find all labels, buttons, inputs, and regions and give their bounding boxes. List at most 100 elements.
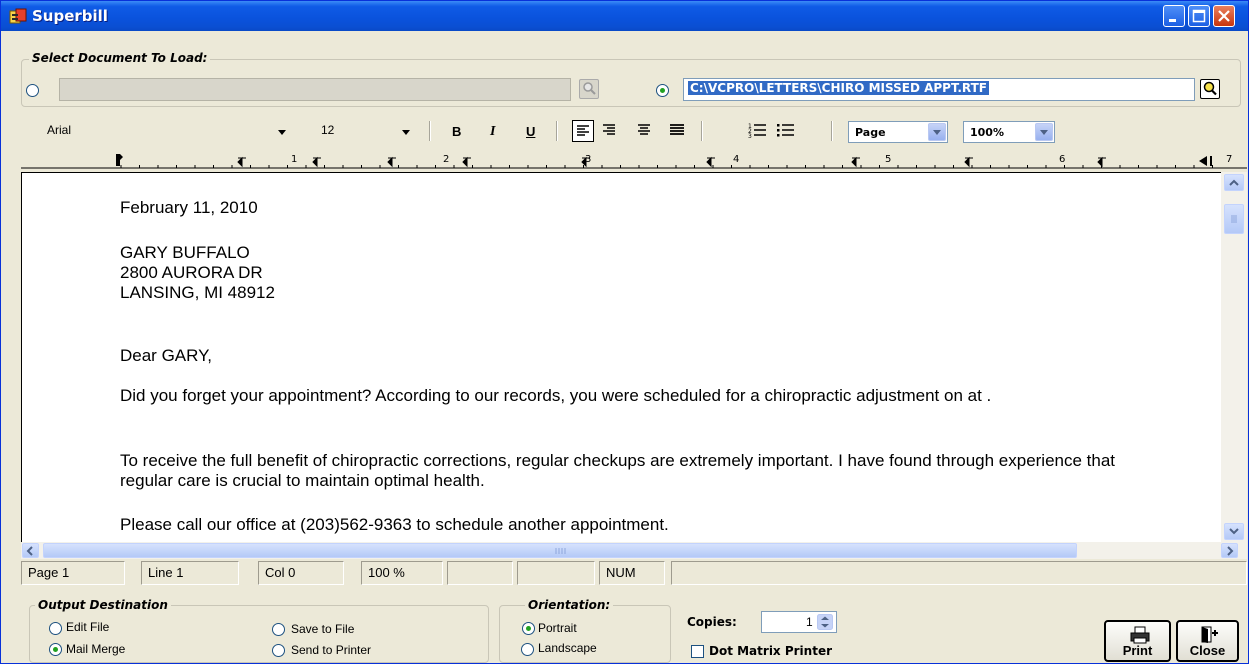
close-button[interactable]: Close	[1176, 620, 1239, 662]
font-size-combo[interactable]: 12	[317, 120, 415, 142]
numbered-list-button[interactable]: 123	[747, 120, 769, 142]
mail-merge-label[interactable]: Mail Merge	[66, 642, 125, 656]
address-line: LANSING, MI 48912	[120, 283, 275, 302]
chevron-down-icon	[1229, 528, 1239, 535]
edit-file-radio[interactable]	[49, 622, 62, 635]
scroll-right-button[interactable]	[1221, 543, 1238, 558]
minimize-icon	[1169, 19, 1176, 22]
tab-stop-marker	[706, 156, 715, 168]
align-right-button[interactable]	[599, 120, 621, 142]
status-line: Line 1	[141, 561, 239, 585]
tab-stop-marker	[851, 156, 860, 168]
chevron-right-icon	[1227, 546, 1234, 556]
ruler-number: 5	[885, 154, 891, 165]
landscape-label[interactable]: Landscape	[538, 641, 597, 655]
print-button[interactable]: Print	[1104, 620, 1171, 662]
scroll-down-button[interactable]	[1224, 523, 1244, 540]
chevron-up-icon	[1229, 179, 1239, 186]
load-document-label: Select Document To Load:	[29, 51, 211, 65]
magnifier-icon	[583, 82, 596, 95]
save-to-file-radio[interactable]	[272, 623, 285, 636]
font-name-value: Arial	[47, 123, 72, 137]
maximize-button[interactable]	[1188, 5, 1210, 27]
toolbar-separator	[429, 121, 431, 141]
ruler[interactable]: 1 2 3 4 5 6 7	[21, 148, 1247, 172]
view-mode-value: Page	[855, 126, 886, 139]
path-lookup-button[interactable]	[1200, 79, 1220, 99]
document-path-value: C:\VCPRO\LETTERS\CHIRO MISSED APPT.RTF	[688, 81, 989, 95]
font-name-combo[interactable]: Arial	[41, 120, 303, 142]
horizontal-scroll-thumb[interactable]	[43, 543, 1077, 558]
justify-button[interactable]	[667, 120, 689, 142]
address-line: 2800 AURORA DR	[120, 263, 263, 282]
output-destination-label: Output Destination	[35, 598, 171, 612]
dot-matrix-label[interactable]: Dot Matrix Printer	[709, 644, 832, 658]
bullet-list-button[interactable]	[775, 120, 797, 142]
status-message	[671, 561, 1247, 585]
close-window-button[interactable]	[1213, 5, 1235, 27]
vertical-scrollbar[interactable]	[1221, 172, 1247, 542]
mail-merge-radio[interactable]	[49, 643, 62, 656]
load-path-radio[interactable]	[656, 84, 669, 97]
magnifier-icon	[1203, 81, 1217, 96]
left-lookup-button[interactable]	[579, 79, 599, 99]
align-center-button[interactable]	[634, 120, 656, 142]
grip-icon	[555, 548, 566, 554]
edit-file-label[interactable]: Edit File	[66, 620, 109, 634]
address-line: GARY BUFFALO	[120, 243, 250, 262]
ruler-number: 1	[291, 154, 297, 165]
tab-stops[interactable]	[116, 154, 1212, 168]
landscape-radio[interactable]	[521, 643, 534, 656]
app-icon	[9, 8, 27, 24]
dot-matrix-checkbox[interactable]	[691, 645, 704, 658]
toolbar-separator	[831, 121, 833, 141]
superbill-window: Superbill Select Document To Load: C:\VC…	[0, 0, 1249, 664]
send-to-printer-label[interactable]: Send to Printer	[291, 643, 371, 657]
portrait-radio[interactable]	[522, 622, 535, 635]
zoom-select[interactable]: 100%	[963, 121, 1055, 143]
load-left-radio[interactable]	[26, 84, 39, 97]
letter-paragraph: To receive the full benefit of chiroprac…	[120, 451, 1116, 490]
vertical-scroll-thumb[interactable]	[1224, 204, 1244, 234]
letter-salutation: Dear GARY,	[120, 346, 212, 365]
document-path-field[interactable]: C:\VCPRO\LETTERS\CHIRO MISSED APPT.RTF	[683, 78, 1195, 101]
maximize-icon	[1192, 9, 1206, 23]
tab-stop-marker	[312, 156, 321, 168]
status-zoom: 100 %	[361, 561, 443, 585]
ruler-number: 4	[733, 154, 739, 165]
minimize-button[interactable]	[1163, 5, 1185, 27]
ruler-number: 6	[1059, 154, 1065, 165]
send-to-printer-radio[interactable]	[272, 644, 285, 657]
align-center-icon	[638, 124, 650, 135]
italic-button[interactable]: I	[490, 124, 495, 140]
spin-arrows-icon[interactable]	[817, 614, 833, 630]
window-title: Superbill	[32, 7, 108, 25]
left-document-field[interactable]	[59, 78, 571, 101]
bold-button[interactable]: B	[452, 124, 461, 139]
tab-stop-marker	[237, 156, 246, 168]
horizontal-scrollbar[interactable]	[21, 542, 1247, 559]
tab-stop-marker	[1097, 156, 1106, 168]
copies-value: 1	[806, 615, 813, 629]
print-button-label: Print	[1122, 643, 1153, 658]
document-editor[interactable]: February 11, 2010 GARY BUFFALO 2800 AURO…	[21, 172, 1221, 542]
save-to-file-label[interactable]: Save to File	[291, 622, 354, 636]
letter-paragraph: Please call our office at (203)562-9363 …	[120, 515, 669, 534]
underline-button[interactable]: U	[526, 124, 535, 139]
right-indent-marker	[1199, 156, 1207, 166]
font-size-value: 12	[321, 123, 335, 137]
align-right-icon	[603, 124, 615, 135]
printer-icon	[1130, 626, 1150, 644]
status-num: NUM	[599, 561, 665, 585]
scroll-left-button[interactable]	[22, 543, 39, 558]
svg-text:3: 3	[748, 133, 752, 140]
scroll-up-button[interactable]	[1224, 174, 1244, 191]
copies-spinner[interactable]: 1	[761, 611, 837, 633]
view-mode-select[interactable]: Page	[848, 121, 948, 143]
tab-stop-marker	[462, 156, 471, 168]
chevron-left-icon	[26, 546, 33, 556]
portrait-label[interactable]: Portrait	[538, 621, 577, 635]
align-left-button[interactable]	[572, 120, 594, 142]
title-bar[interactable]: Superbill	[1, 1, 1248, 31]
ruler-numbers: 1 2 3 4 5 6 7	[291, 154, 1232, 165]
